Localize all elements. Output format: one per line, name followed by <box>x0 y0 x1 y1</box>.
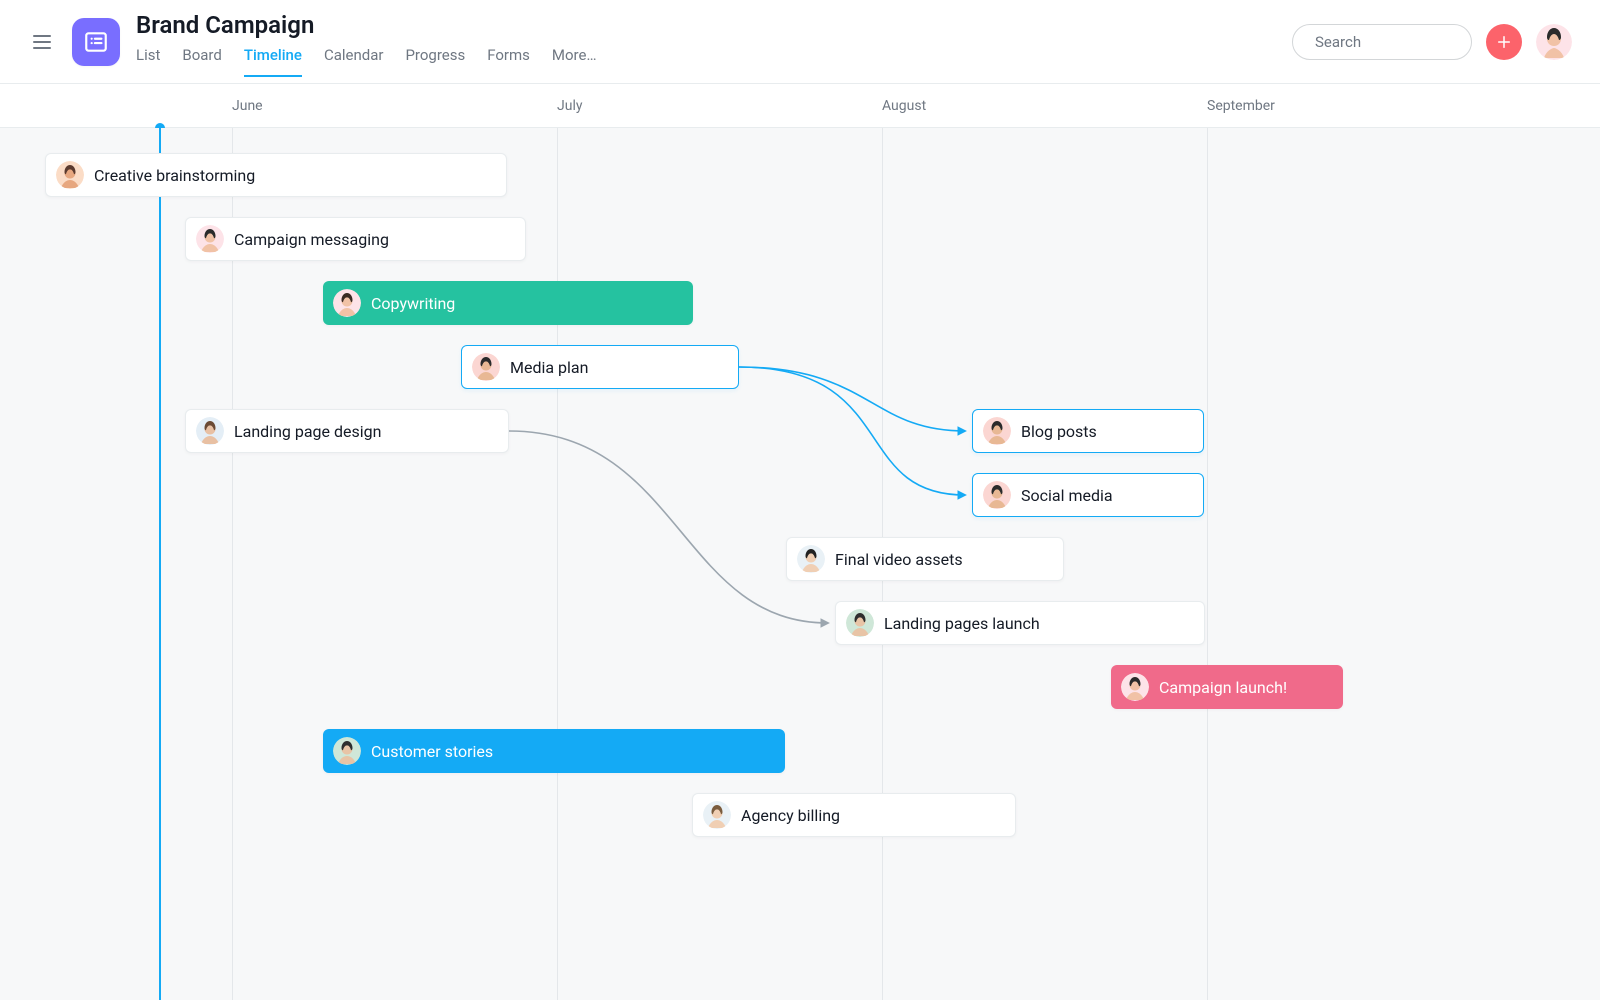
assignee-avatar <box>983 481 1011 509</box>
month-label: September <box>1207 84 1275 127</box>
task-bar[interactable]: Social media <box>972 473 1204 517</box>
dependency-arrow <box>739 367 965 495</box>
task-bar[interactable]: Landing page design <box>185 409 509 453</box>
month-label: July <box>557 84 582 127</box>
task-bar[interactable]: Media plan <box>461 345 739 389</box>
view-tabs: List Board Timeline Calendar Progress Fo… <box>136 46 1292 76</box>
task-bar[interactable]: Blog posts <box>972 409 1204 453</box>
task-label: Creative brainstorming <box>94 166 255 185</box>
timeline-month-row: June July August September <box>0 84 1600 128</box>
tab-forms[interactable]: Forms <box>487 46 530 76</box>
assignee-avatar <box>846 609 874 637</box>
task-label: Final video assets <box>835 550 963 569</box>
tab-list[interactable]: List <box>136 46 160 76</box>
task-bar[interactable]: Copywriting <box>323 281 693 325</box>
task-label: Customer stories <box>371 742 493 761</box>
add-button[interactable] <box>1486 24 1522 60</box>
project-title: Brand Campaign <box>136 11 1292 40</box>
tab-more[interactable]: More… <box>552 46 597 76</box>
plus-icon <box>1495 33 1513 51</box>
menu-toggle[interactable] <box>18 0 66 83</box>
task-bar[interactable]: Landing pages launch <box>835 601 1205 645</box>
assignee-avatar <box>1121 673 1149 701</box>
task-bar[interactable]: Campaign messaging <box>185 217 526 261</box>
assignee-avatar <box>472 353 500 381</box>
task-label: Landing page design <box>234 422 381 441</box>
tab-timeline[interactable]: Timeline <box>244 46 302 76</box>
task-label: Landing pages launch <box>884 614 1040 633</box>
app-header: Brand Campaign List Board Timeline Calen… <box>0 0 1600 84</box>
task-bar[interactable]: Creative brainstorming <box>45 153 507 197</box>
task-label: Media plan <box>510 358 588 377</box>
task-label: Blog posts <box>1021 422 1097 441</box>
assignee-avatar <box>333 737 361 765</box>
tab-progress[interactable]: Progress <box>405 46 465 76</box>
task-bar[interactable]: Agency billing <box>692 793 1016 837</box>
timeline-canvas[interactable]: Creative brainstorming Campaign messagin… <box>0 128 1600 1000</box>
header-right <box>1292 0 1572 83</box>
title-area: Brand Campaign List Board Timeline Calen… <box>136 0 1292 83</box>
task-bar[interactable]: Customer stories <box>323 729 785 773</box>
project-icon <box>72 18 120 66</box>
month-gridline <box>557 128 558 1000</box>
tab-board[interactable]: Board <box>182 46 221 76</box>
month-label: August <box>882 84 926 127</box>
task-label: Copywriting <box>371 294 455 313</box>
assignee-avatar <box>703 801 731 829</box>
assignee-avatar <box>333 289 361 317</box>
today-line <box>159 128 161 1000</box>
tab-calendar[interactable]: Calendar <box>324 46 384 76</box>
assignee-avatar <box>797 545 825 573</box>
task-label: Agency billing <box>741 806 840 825</box>
month-gridline <box>1207 128 1208 1000</box>
assignee-avatar <box>196 225 224 253</box>
task-label: Social media <box>1021 486 1113 505</box>
dependency-arrow <box>739 367 965 431</box>
task-label: Campaign messaging <box>234 230 389 249</box>
assignee-avatar <box>56 161 84 189</box>
assignee-avatar <box>196 417 224 445</box>
task-label: Campaign launch! <box>1159 678 1287 697</box>
assignee-avatar <box>983 417 1011 445</box>
search-box[interactable] <box>1292 24 1472 60</box>
task-bar[interactable]: Campaign launch! <box>1111 665 1343 709</box>
current-user-avatar[interactable] <box>1536 24 1572 60</box>
month-label: June <box>232 84 263 127</box>
task-bar[interactable]: Final video assets <box>786 537 1064 581</box>
